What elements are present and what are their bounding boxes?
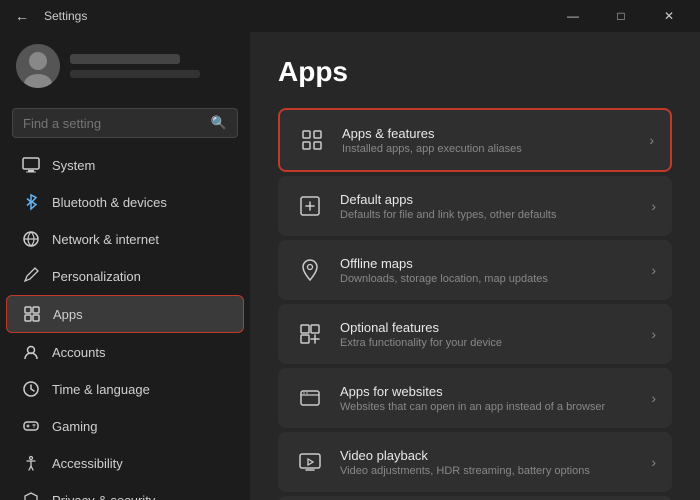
titlebar-controls: — □ ✕ <box>550 0 692 32</box>
gaming-icon <box>22 417 40 435</box>
chevron-right-icon: › <box>651 454 656 470</box>
user-name <box>70 54 180 64</box>
settings-item-text: Apps & features Installed apps, app exec… <box>342 126 635 155</box>
sidebar-item-network[interactable]: Network & internet <box>6 221 244 257</box>
optional-features-icon <box>294 318 326 350</box>
sidebar-item-privacy[interactable]: Privacy & security <box>6 482 244 500</box>
sidebar-item-accounts[interactable]: Accounts <box>6 334 244 370</box>
apps-icon <box>23 305 41 323</box>
maximize-button[interactable]: □ <box>598 0 644 32</box>
settings-item-title: Video playback <box>340 448 637 463</box>
titlebar-title: Settings <box>44 9 87 23</box>
settings-item-text: Video playback Video adjustments, HDR st… <box>340 448 637 477</box>
chevron-right-icon: › <box>651 390 656 406</box>
settings-item-title: Apps & features <box>342 126 635 141</box>
nav-list: System Bluetooth & devices Network & int… <box>0 146 250 500</box>
video-playback-icon <box>294 446 326 478</box>
sidebar-item-label: System <box>52 158 95 173</box>
personalization-icon <box>22 267 40 285</box>
settings-item-text: Default apps Defaults for file and link … <box>340 192 637 221</box>
settings-item-video-playback[interactable]: Video playback Video adjustments, HDR st… <box>278 432 672 492</box>
sidebar-item-label: Accessibility <box>52 456 123 471</box>
bluetooth-icon <box>22 193 40 211</box>
settings-item-desc: Video adjustments, HDR streaming, batter… <box>340 465 637 477</box>
settings-item-startup[interactable]: Startup Apps that start automatically wh… <box>278 496 672 500</box>
settings-item-desc: Extra functionality for your device <box>340 337 637 349</box>
settings-item-desc: Defaults for file and link types, other … <box>340 209 637 221</box>
accessibility-icon <box>22 454 40 472</box>
sidebar-item-system[interactable]: System <box>6 147 244 183</box>
sidebar-item-personalization[interactable]: Personalization <box>6 258 244 294</box>
settings-item-offline-maps[interactable]: Offline maps Downloads, storage location… <box>278 240 672 300</box>
close-button[interactable]: ✕ <box>646 0 692 32</box>
titlebar-left: ← Settings <box>8 2 87 30</box>
sidebar-item-apps[interactable]: Apps <box>6 295 244 333</box>
network-icon <box>22 230 40 248</box>
sidebar-item-label: Gaming <box>52 419 98 434</box>
settings-item-title: Apps for websites <box>340 384 637 399</box>
chevron-right-icon: › <box>651 262 656 278</box>
sidebar-item-gaming[interactable]: Gaming <box>6 408 244 444</box>
accounts-icon <box>22 343 40 361</box>
sidebar-item-time[interactable]: Time & language <box>6 371 244 407</box>
back-button[interactable]: ← <box>8 2 36 30</box>
apps-websites-icon <box>294 382 326 414</box>
avatar <box>16 44 60 88</box>
settings-item-apps-websites[interactable]: Apps for websites Websites that can open… <box>278 368 672 428</box>
settings-item-default-apps[interactable]: Default apps Defaults for file and link … <box>278 176 672 236</box>
settings-item-desc: Installed apps, app execution aliases <box>342 143 635 155</box>
search-icon: 🔍 <box>211 115 227 131</box>
settings-item-optional-features[interactable]: Optional features Extra functionality fo… <box>278 304 672 364</box>
settings-item-text: Offline maps Downloads, storage location… <box>340 256 637 285</box>
search-input[interactable] <box>23 116 203 131</box>
chevron-right-icon: › <box>651 198 656 214</box>
sidebar-item-label: Accounts <box>52 345 105 360</box>
sidebar-item-label: Bluetooth & devices <box>52 195 167 210</box>
privacy-icon <box>22 491 40 500</box>
settings-item-title: Offline maps <box>340 256 637 271</box>
settings-item-text: Optional features Extra functionality fo… <box>340 320 637 349</box>
sidebar-item-label: Time & language <box>52 382 150 397</box>
settings-item-desc: Downloads, storage location, map updates <box>340 273 637 285</box>
content-area: Apps Apps & features Installed apps, app… <box>250 32 700 500</box>
main-layout: 🔍 System Bluetooth & devices Network & i… <box>0 32 700 500</box>
sidebar-item-label: Privacy & security <box>52 493 155 500</box>
offline-maps-icon <box>294 254 326 286</box>
titlebar: ← Settings — □ ✕ <box>0 0 700 32</box>
default-apps-icon <box>294 190 326 222</box>
settings-item-apps-features[interactable]: Apps & features Installed apps, app exec… <box>278 108 672 172</box>
chevron-right-icon: › <box>649 132 654 148</box>
chevron-right-icon: › <box>651 326 656 342</box>
minimize-button[interactable]: — <box>550 0 596 32</box>
settings-item-text: Apps for websites Websites that can open… <box>340 384 637 413</box>
sidebar-item-accessibility[interactable]: Accessibility <box>6 445 244 481</box>
time-icon <box>22 380 40 398</box>
sidebar-item-label: Apps <box>53 307 83 322</box>
sidebar-item-bluetooth[interactable]: Bluetooth & devices <box>6 184 244 220</box>
user-info <box>70 54 200 78</box>
apps-features-icon <box>296 124 328 156</box>
user-profile[interactable] <box>0 32 250 100</box>
system-icon <box>22 156 40 174</box>
sidebar: 🔍 System Bluetooth & devices Network & i… <box>0 32 250 500</box>
sidebar-item-label: Personalization <box>52 269 141 284</box>
sidebar-item-label: Network & internet <box>52 232 159 247</box>
page-title: Apps <box>278 56 672 88</box>
settings-item-title: Optional features <box>340 320 637 335</box>
settings-item-desc: Websites that can open in an app instead… <box>340 401 637 413</box>
settings-list: Apps & features Installed apps, app exec… <box>278 108 672 500</box>
settings-item-title: Default apps <box>340 192 637 207</box>
search-box[interactable]: 🔍 <box>12 108 238 138</box>
user-email <box>70 70 200 78</box>
